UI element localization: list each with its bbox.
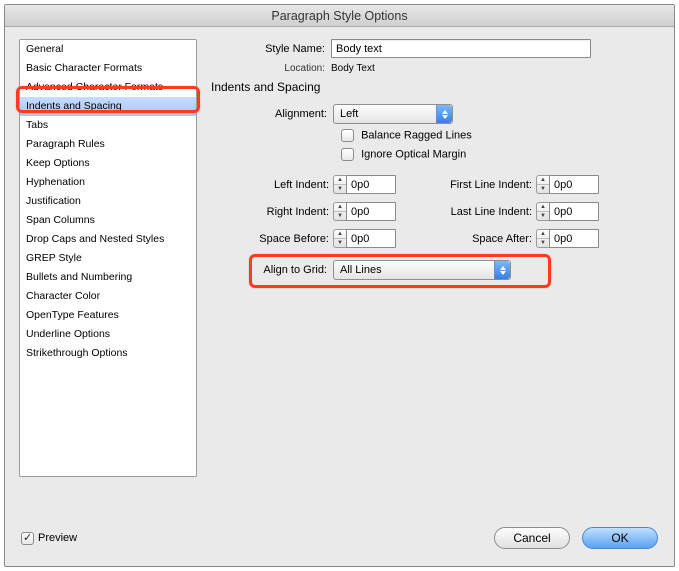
category-sidebar: General Basic Character Formats Advanced… bbox=[19, 39, 197, 477]
sidebar-item-paragraph-rules[interactable]: Paragraph Rules bbox=[20, 135, 196, 154]
main-panel: Style Name: Location: Body Text Indents … bbox=[211, 39, 660, 510]
ignore-label: Ignore Optical Margin bbox=[361, 149, 466, 161]
sidebar-item-bullets-numbering[interactable]: Bullets and Numbering bbox=[20, 268, 196, 287]
space-before-stepper[interactable]: ▲▼ bbox=[333, 229, 396, 248]
indent-row-3: Space Before: ▲▼ Space After: ▲▼ bbox=[221, 229, 660, 248]
cancel-button[interactable]: Cancel bbox=[494, 527, 570, 549]
balance-checkbox[interactable] bbox=[341, 129, 354, 142]
sidebar-item-strikethrough-options[interactable]: Strikethrough Options bbox=[20, 344, 196, 363]
indent-row-2: Right Indent: ▲▼ Last Line Indent: ▲▼ bbox=[221, 202, 660, 221]
sidebar-item-underline-options[interactable]: Underline Options bbox=[20, 325, 196, 344]
location-row: Location: Body Text bbox=[211, 63, 660, 74]
space-after-stepper[interactable]: ▲▼ bbox=[536, 229, 599, 248]
sidebar-item-grep-style[interactable]: GREP Style bbox=[20, 249, 196, 268]
stepper-buttons-icon[interactable]: ▲▼ bbox=[536, 229, 549, 248]
space-before-input[interactable] bbox=[346, 229, 396, 248]
dialog-body: General Basic Character Formats Advanced… bbox=[5, 27, 674, 510]
last-line-stepper[interactable]: ▲▼ bbox=[536, 202, 599, 221]
align-grid-select[interactable]: All Lines bbox=[333, 260, 511, 280]
sidebar-wrap: General Basic Character Formats Advanced… bbox=[19, 39, 197, 477]
sidebar-item-character-color[interactable]: Character Color bbox=[20, 287, 196, 306]
sidebar-item-span-columns[interactable]: Span Columns bbox=[20, 211, 196, 230]
ok-button[interactable]: OK bbox=[582, 527, 658, 549]
sidebar-item-justification[interactable]: Justification bbox=[20, 192, 196, 211]
right-indent-input[interactable] bbox=[346, 202, 396, 221]
style-name-label: Style Name: bbox=[211, 43, 331, 55]
right-indent-label: Right Indent: bbox=[221, 206, 333, 218]
left-indent-stepper[interactable]: ▲▼ bbox=[333, 175, 396, 194]
sidebar-item-keep-options[interactable]: Keep Options bbox=[20, 154, 196, 173]
stepper-buttons-icon[interactable]: ▲▼ bbox=[333, 175, 346, 194]
sidebar-item-indents-and-spacing[interactable]: Indents and Spacing bbox=[20, 97, 196, 116]
space-after-input[interactable] bbox=[549, 229, 599, 248]
align-grid-value: All Lines bbox=[334, 264, 494, 276]
left-indent-label: Left Indent: bbox=[221, 179, 333, 191]
right-indent-stepper[interactable]: ▲▼ bbox=[333, 202, 396, 221]
dialog-footer: Preview Cancel OK bbox=[5, 510, 674, 566]
sidebar-item-advanced-character-formats[interactable]: Advanced Character Formats bbox=[20, 78, 196, 97]
last-line-label: Last Line Indent: bbox=[418, 206, 536, 218]
alignment-value: Left bbox=[334, 108, 436, 120]
alignment-select[interactable]: Left bbox=[333, 104, 453, 124]
chevron-updown-icon bbox=[494, 261, 510, 279]
ignore-row: Ignore Optical Margin bbox=[341, 148, 660, 161]
last-line-input[interactable] bbox=[549, 202, 599, 221]
paragraph-style-dialog: Paragraph Style Options General Basic Ch… bbox=[4, 4, 675, 567]
chevron-updown-icon bbox=[436, 105, 452, 123]
first-line-stepper[interactable]: ▲▼ bbox=[536, 175, 599, 194]
align-grid-label: Align to Grid: bbox=[221, 264, 333, 276]
stepper-buttons-icon[interactable]: ▲▼ bbox=[536, 175, 549, 194]
first-line-label: First Line Indent: bbox=[418, 179, 536, 191]
balance-row: Balance Ragged Lines bbox=[341, 129, 660, 142]
preview-label: Preview bbox=[38, 532, 77, 544]
location-value: Body Text bbox=[331, 63, 375, 74]
sidebar-item-basic-character-formats[interactable]: Basic Character Formats bbox=[20, 59, 196, 78]
space-before-label: Space Before: bbox=[221, 233, 333, 245]
dialog-title: Paragraph Style Options bbox=[5, 5, 674, 27]
sidebar-item-tabs[interactable]: Tabs bbox=[20, 116, 196, 135]
alignment-row: Alignment: Left bbox=[221, 104, 660, 124]
stepper-buttons-icon[interactable]: ▲▼ bbox=[333, 202, 346, 221]
stepper-buttons-icon[interactable]: ▲▼ bbox=[333, 229, 346, 248]
location-label: Location: bbox=[211, 63, 331, 74]
align-grid-row: Align to Grid: All Lines bbox=[221, 260, 660, 280]
sidebar-item-drop-caps[interactable]: Drop Caps and Nested Styles bbox=[20, 230, 196, 249]
left-indent-input[interactable] bbox=[346, 175, 396, 194]
style-name-input[interactable] bbox=[331, 39, 591, 58]
indent-row-1: Left Indent: ▲▼ First Line Indent: ▲▼ bbox=[221, 175, 660, 194]
sidebar-item-opentype-features[interactable]: OpenType Features bbox=[20, 306, 196, 325]
style-name-row: Style Name: bbox=[211, 39, 660, 58]
first-line-input[interactable] bbox=[549, 175, 599, 194]
sidebar-item-hyphenation[interactable]: Hyphenation bbox=[20, 173, 196, 192]
balance-label: Balance Ragged Lines bbox=[361, 130, 472, 142]
stepper-buttons-icon[interactable]: ▲▼ bbox=[536, 202, 549, 221]
alignment-label: Alignment: bbox=[221, 108, 333, 120]
preview-checkbox[interactable] bbox=[21, 532, 34, 545]
space-after-label: Space After: bbox=[418, 233, 536, 245]
section-title: Indents and Spacing bbox=[211, 80, 660, 94]
ignore-checkbox[interactable] bbox=[341, 148, 354, 161]
indent-grid: Left Indent: ▲▼ First Line Indent: ▲▼ Ri… bbox=[221, 175, 660, 248]
sidebar-item-general[interactable]: General bbox=[20, 40, 196, 59]
